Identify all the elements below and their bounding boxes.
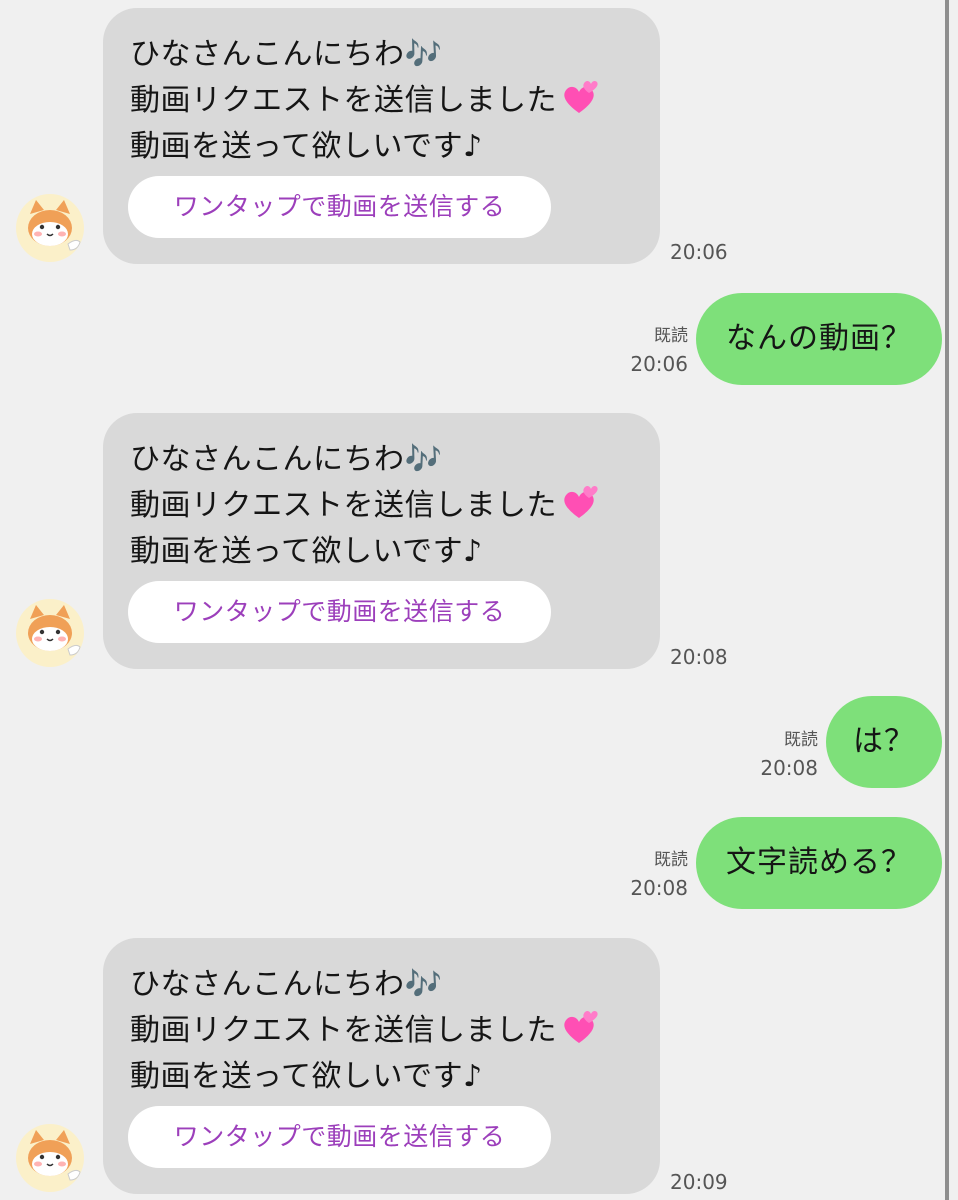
outgoing-bubble: 文字読める？: [696, 817, 942, 909]
scrollbar[interactable]: [945, 0, 949, 1200]
timestamp: 20:08: [760, 756, 818, 780]
timestamp: 20:06: [670, 240, 728, 264]
message-line: 動画リクエストを送信しました: [130, 483, 650, 529]
message-line: ひなさんこんにちわ🎶: [130, 37, 443, 72]
message-line: 動画リクエストを送信しました: [130, 78, 650, 124]
timestamp: 20:08: [630, 876, 688, 900]
message-meta: 既読 20:08: [610, 846, 688, 902]
message-text: ひなさんこんにちわ🎶 動画リクエストを送信しました 動画を送って欲しいです♪: [130, 32, 650, 170]
message-meta: 既読 20:06: [610, 322, 688, 378]
two-hearts-icon: [564, 1010, 598, 1043]
message-line: ひなさんこんにちわ🎶: [130, 442, 443, 477]
message-line: 動画を送って欲しいです♪: [130, 534, 483, 569]
send-video-button[interactable]: ワンタップで動画を送信する: [128, 176, 551, 238]
shiba-dog-icon[interactable]: [16, 599, 84, 667]
read-receipt: 既読: [654, 850, 688, 870]
outgoing-bubble: は？: [826, 696, 942, 788]
message-line: 動画リクエストを送信しました: [130, 1008, 650, 1054]
shiba-dog-icon[interactable]: [16, 194, 84, 262]
shiba-dog-icon[interactable]: [16, 1124, 84, 1192]
timestamp: 20:09: [670, 1170, 728, 1194]
send-video-button[interactable]: ワンタップで動画を送信する: [128, 1106, 551, 1168]
message-meta: 既読 20:08: [740, 726, 818, 782]
two-hearts-icon: [564, 485, 598, 518]
send-video-button[interactable]: ワンタップで動画を送信する: [128, 581, 551, 643]
incoming-bubble: ひなさんこんにちわ🎶 動画リクエストを送信しました 動画を送って欲しいです♪ ワ…: [103, 938, 660, 1194]
message-line: ひなさんこんにちわ🎶: [130, 967, 443, 1002]
read-receipt: 既読: [784, 730, 818, 750]
message-line: 動画を送って欲しいです♪: [130, 129, 483, 164]
timestamp: 20:06: [630, 352, 688, 376]
two-hearts-icon: [564, 80, 598, 113]
outgoing-bubble: なんの動画？: [696, 293, 942, 385]
message-text: ひなさんこんにちわ🎶 動画リクエストを送信しました 動画を送って欲しいです♪: [130, 962, 650, 1100]
incoming-bubble: ひなさんこんにちわ🎶 動画リクエストを送信しました 動画を送って欲しいです♪ ワ…: [103, 413, 660, 669]
message-text: ひなさんこんにちわ🎶 動画リクエストを送信しました 動画を送って欲しいです♪: [130, 437, 650, 575]
timestamp: 20:08: [670, 645, 728, 669]
read-receipt: 既読: [654, 326, 688, 346]
message-line: 動画を送って欲しいです♪: [130, 1059, 483, 1094]
incoming-bubble: ひなさんこんにちわ🎶 動画リクエストを送信しました 動画を送って欲しいです♪ ワ…: [103, 8, 660, 264]
